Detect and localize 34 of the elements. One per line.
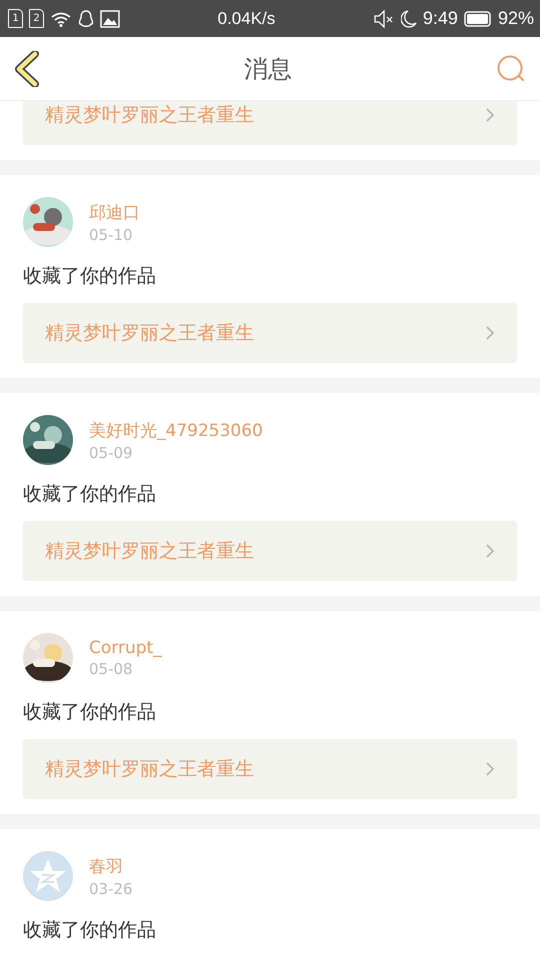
- message-date: 05-10: [89, 226, 134, 244]
- user-name[interactable]: 邱迪口: [89, 200, 140, 224]
- message-text: 收藏了你的作品: [23, 918, 157, 943]
- message-text: 收藏了你的作品: [23, 264, 157, 289]
- penguin-icon: [78, 10, 94, 28]
- wifi-icon: [50, 10, 72, 26]
- work-link[interactable]: 精灵梦叶罗丽之王者重生: [23, 521, 517, 581]
- chevron-icon: [485, 761, 495, 777]
- star-avatar-icon: [23, 851, 73, 901]
- clock: 9:49: [422, 8, 458, 29]
- sim-icon: 2: [29, 9, 44, 28]
- message-date: 03-26: [89, 880, 133, 898]
- moon-icon: [400, 10, 417, 28]
- image-icon: [100, 10, 120, 28]
- page-title: 消息: [244, 54, 292, 84]
- user-name[interactable]: 春羽: [89, 854, 133, 878]
- chevron-icon: [485, 107, 495, 123]
- mute-icon: [372, 10, 395, 28]
- chevron-icon: [485, 543, 495, 559]
- chevron-icon: [485, 325, 495, 341]
- back-icon[interactable]: [14, 50, 40, 86]
- work-link[interactable]: 精灵梦叶罗丽之王者重生: [23, 101, 517, 145]
- battery-level: 92%: [498, 8, 534, 29]
- battery-icon: [464, 10, 492, 26]
- network-speed: 0.04K/s: [218, 8, 276, 28]
- message-text: 收藏了你的作品: [23, 482, 157, 507]
- message-date: 05-09: [89, 444, 134, 462]
- message-date: 05-08: [89, 660, 134, 678]
- user-name[interactable]: Corrupt_: [89, 638, 162, 658]
- message-text: 收藏了你的作品: [23, 700, 157, 725]
- work-link[interactable]: 精灵梦叶罗丽之王者重生: [23, 739, 517, 799]
- sim-icon: 1: [8, 9, 23, 28]
- user-name[interactable]: 美好时光_479253060: [89, 418, 263, 442]
- work-link[interactable]: 精灵梦叶罗丽之王者重生: [23, 303, 517, 363]
